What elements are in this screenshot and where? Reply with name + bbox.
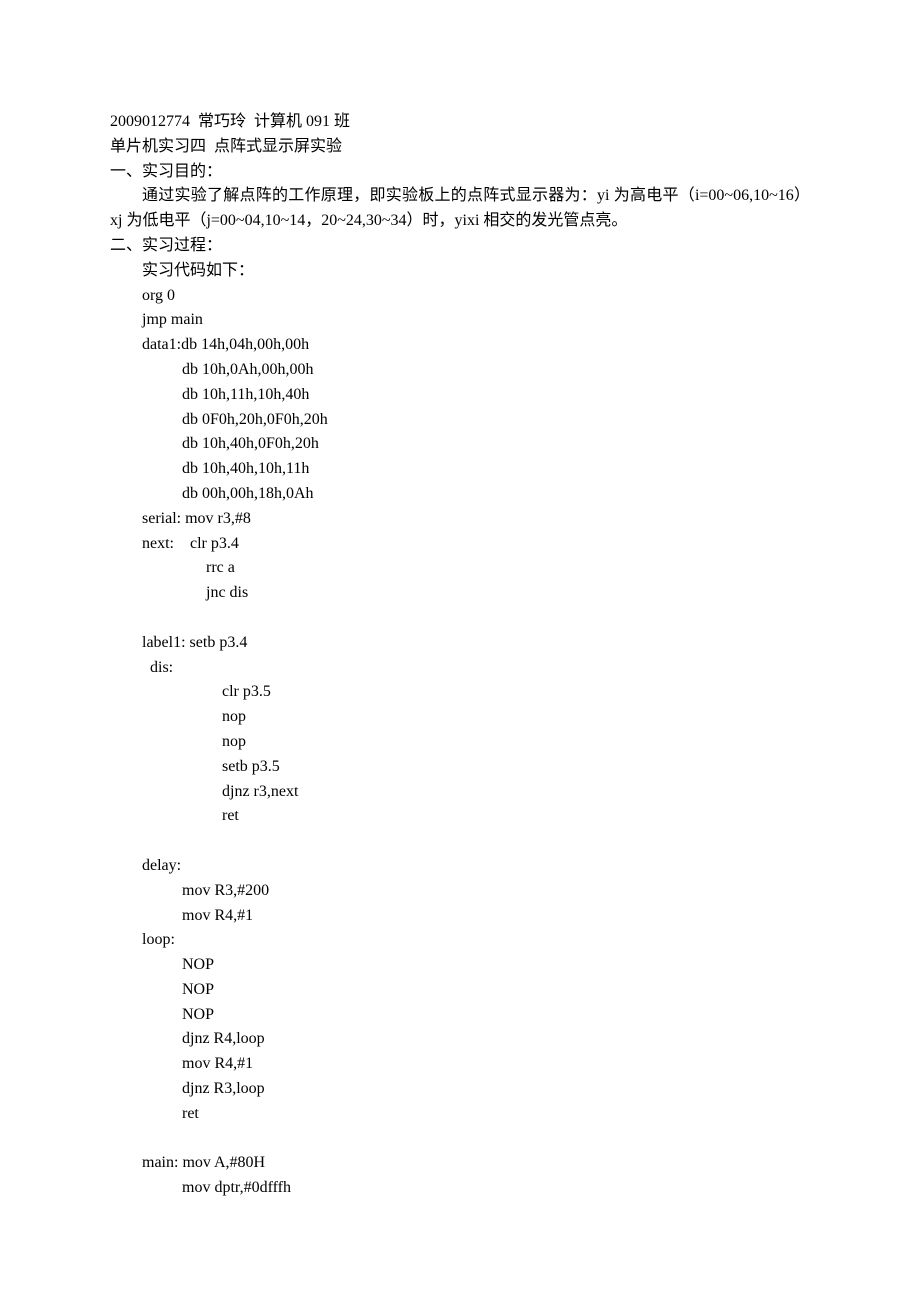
code-line: db 10h,40h,0F0h,20h xyxy=(110,432,810,457)
section-process-heading: 二、实习过程： xyxy=(110,234,810,259)
code-line: ret xyxy=(110,804,810,829)
code-blank xyxy=(110,1127,810,1152)
code-line: db 00h,00h,18h,0Ah xyxy=(110,482,810,507)
code-blank xyxy=(110,606,810,631)
code-line: NOP xyxy=(110,953,810,978)
code-line: mov dptr,#0dfffh xyxy=(110,1176,810,1201)
code-line: db 10h,0Ah,00h,00h xyxy=(110,358,810,383)
student-info: 2009012774 常巧玲 计算机 091 班 xyxy=(110,110,810,135)
code-line: db 10h,40h,10h,11h xyxy=(110,457,810,482)
section-purpose-body: 通过实验了解点阵的工作原理，即实验板上的点阵式显示器为：yi 为高电平（i=00… xyxy=(110,184,810,234)
code-blank xyxy=(110,829,810,854)
code-line: nop xyxy=(110,705,810,730)
section-purpose-heading: 一、实习目的： xyxy=(110,160,810,185)
code-line: label1: setb p3.4 xyxy=(110,631,810,656)
code-line: NOP xyxy=(110,978,810,1003)
code-line: dis: xyxy=(110,656,810,681)
code-line: djnz r3,next xyxy=(110,780,810,805)
code-line: db 10h,11h,10h,40h xyxy=(110,383,810,408)
code-line: loop: xyxy=(110,928,810,953)
code-line: NOP xyxy=(110,1003,810,1028)
code-line: serial: mov r3,#8 xyxy=(110,507,810,532)
experiment-title: 单片机实习四 点阵式显示屏实验 xyxy=(110,135,810,160)
code-line: data1:db 14h,04h,00h,00h xyxy=(110,333,810,358)
code-line: main: mov A,#80H xyxy=(110,1151,810,1176)
code-line: ret xyxy=(110,1102,810,1127)
code-line: mov R4,#1 xyxy=(110,904,810,929)
code-line: clr p3.5 xyxy=(110,680,810,705)
code-line: mov R3,#200 xyxy=(110,879,810,904)
code-line: jmp main xyxy=(110,308,810,333)
code-line: djnz R4,loop xyxy=(110,1027,810,1052)
code-line: mov R4,#1 xyxy=(110,1052,810,1077)
code-line: delay: xyxy=(110,854,810,879)
code-line: rrc a xyxy=(110,556,810,581)
document-page: 2009012774 常巧玲 计算机 091 班 单片机实习四 点阵式显示屏实验… xyxy=(0,0,920,1261)
code-line: djnz R3,loop xyxy=(110,1077,810,1102)
code-line: jnc dis xyxy=(110,581,810,606)
code-line: nop xyxy=(110,730,810,755)
code-line: setb p3.5 xyxy=(110,755,810,780)
code-line: db 0F0h,20h,0F0h,20h xyxy=(110,408,810,433)
code-line: org 0 xyxy=(110,284,810,309)
section-process-intro: 实习代码如下： xyxy=(110,259,810,284)
code-line: next: clr p3.4 xyxy=(110,532,810,557)
